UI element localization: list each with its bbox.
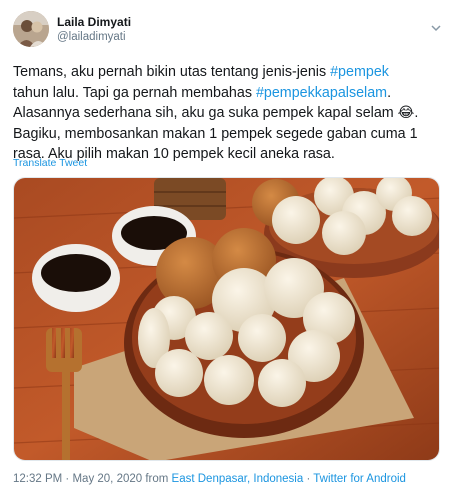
meta-from: from [142, 473, 172, 485]
translate-tweet-link[interactable]: Translate Tweet [13, 157, 87, 169]
tweet-text-segment: Temans, aku pernah bikin utas tentang je… [13, 64, 331, 80]
hashtag-pempek[interactable]: #pempek [330, 64, 389, 80]
tweet-line-4: Bagiku, membosankan makan 1 pempek seged… [13, 125, 418, 142]
meta-separator: · [303, 473, 314, 485]
tweet-line-2: tahun lalu. Tapi ga pernah membahas #pem… [13, 83, 443, 104]
tweet-location-link[interactable]: East Denpasar, Indonesia [172, 473, 304, 485]
tweet-text-segment: . [387, 84, 392, 101]
author-name[interactable]: Laila Dimyati [57, 15, 131, 29]
tweet-source-link[interactable]: Twitter for Android [313, 473, 406, 485]
avatar[interactable] [13, 11, 49, 47]
hashtag-pempekkapalselam[interactable]: #pempekkapalselam [256, 85, 387, 101]
chevron-down-icon[interactable] [430, 22, 442, 34]
meta-separator: · [62, 473, 73, 485]
tweet-line-3: Alasannya sederhana sih, aku ga suka pem… [13, 105, 419, 121]
pempek-photo-image [14, 178, 439, 460]
author-handle[interactable]: @lailadimyati [57, 31, 126, 43]
tweet-text: Temans, aku pernah bikin utas tentang je… [13, 62, 443, 165]
tweet-line-1: Temans, aku pernah bikin utas tentang je… [13, 62, 443, 83]
tweet-photo[interactable] [13, 177, 440, 461]
tweet-time[interactable]: 12:32 PM [13, 473, 62, 485]
avatar-image [13, 11, 49, 47]
tweet-text-segment: tahun lalu. Tapi ga pernah membahas [13, 84, 256, 101]
tweet-date[interactable]: May 20, 2020 [72, 473, 142, 485]
tweet-meta: 12:32 PM · May 20, 2020 from East Denpas… [13, 473, 406, 485]
